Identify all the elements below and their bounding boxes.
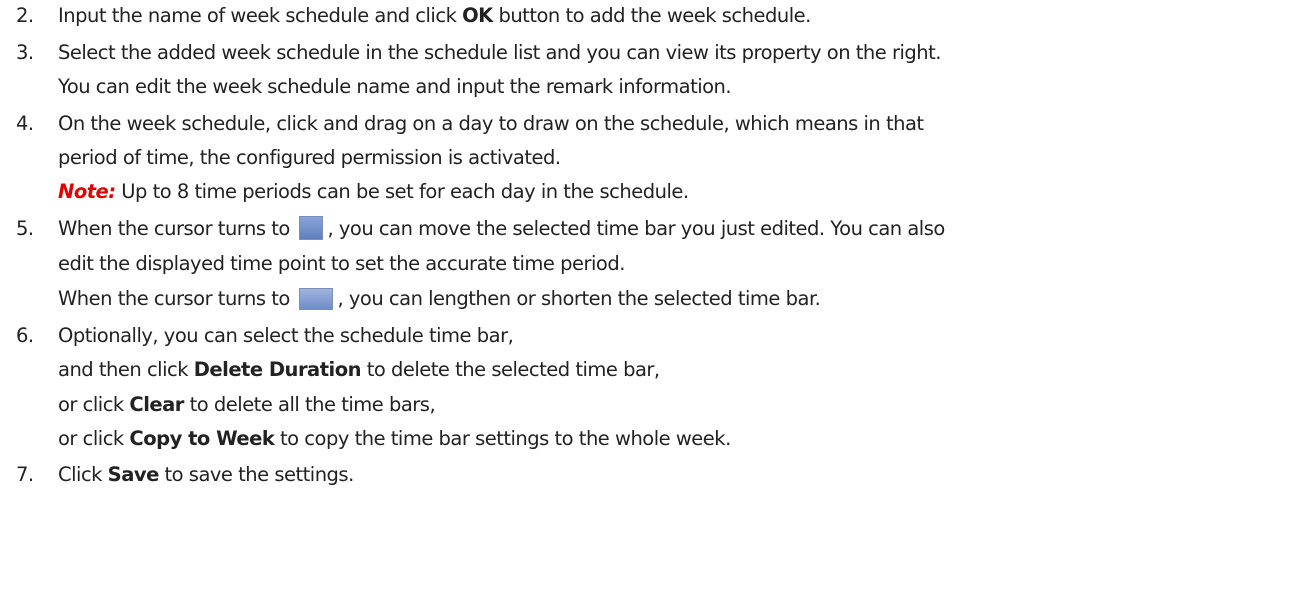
- text-segment: Optionally, you can select the schedule …: [58, 324, 514, 347]
- step-text: Select the added week schedule in the sc…: [58, 40, 942, 66]
- step-text: Note: Up to 8 time periods can be set fo…: [58, 179, 689, 205]
- text-segment: to copy the time bar settings to the who…: [274, 427, 731, 450]
- text-segment: When the cursor turns to: [58, 287, 296, 310]
- step-text: Click Save to save the settings.: [58, 462, 354, 488]
- step-number: 6.: [16, 324, 34, 347]
- text-segment: or click: [58, 427, 130, 450]
- text-segment: edit the displayed time point to set the…: [58, 252, 625, 275]
- text-segment: to delete all the time bars,: [183, 393, 436, 416]
- text-segment: Click: [58, 463, 108, 486]
- hand-cursor-icon: [299, 216, 324, 240]
- resize-cursor-icon: [299, 288, 334, 310]
- step-text: period of time, the configured permissio…: [58, 145, 561, 171]
- step-text: and then click Delete Duration to delete…: [58, 357, 660, 383]
- step-text: edit the displayed time point to set the…: [58, 251, 625, 277]
- text-segment: period of time, the configured permissio…: [58, 146, 561, 169]
- step-text: or click Copy to Week to copy the time b…: [58, 426, 731, 452]
- text-segment: and then click: [58, 358, 194, 381]
- step-text: When the cursor turns to , you can lengt…: [58, 286, 821, 312]
- text-segment: You can edit the week schedule name and …: [58, 75, 732, 98]
- step-number: 5.: [16, 217, 34, 240]
- step-text: Input the name of week schedule and clic…: [58, 3, 811, 29]
- step-text: On the week schedule, click and drag on …: [58, 111, 924, 137]
- step-text: You can edit the week schedule name and …: [58, 74, 732, 100]
- text-segment: to save the settings.: [158, 463, 355, 486]
- bold-term: OK: [462, 4, 493, 27]
- step-text: or click Clear to delete all the time ba…: [58, 392, 436, 418]
- step-number: 2.: [16, 4, 34, 27]
- bold-term: Copy to Week: [129, 427, 275, 450]
- bold-term: Clear: [129, 393, 184, 416]
- text-segment: to delete the selected time bar,: [361, 358, 660, 381]
- text-segment: button to add the week schedule.: [492, 4, 811, 27]
- text-segment: Select the added week schedule in the sc…: [58, 41, 942, 64]
- step-text: When the cursor turns to , you can move …: [58, 216, 945, 242]
- text-segment: or click: [58, 393, 130, 416]
- text-segment: , you can move the selected time bar you…: [327, 217, 945, 240]
- text-segment: On the week schedule, click and drag on …: [58, 112, 924, 135]
- bold-term: Delete Duration: [193, 358, 362, 381]
- step-number: 7.: [16, 463, 34, 486]
- note-label: Note:: [58, 180, 116, 203]
- bold-term: Save: [107, 463, 160, 486]
- step-number: 4.: [16, 112, 34, 135]
- text-segment: Input the name of week schedule and clic…: [58, 4, 463, 27]
- text-segment: When the cursor turns to: [58, 217, 296, 240]
- step-number: 3.: [16, 41, 34, 64]
- text-segment: Up to 8 time periods can be set for each…: [115, 180, 689, 203]
- text-segment: , you can lengthen or shorten the select…: [337, 287, 821, 310]
- step-text: Optionally, you can select the schedule …: [58, 323, 514, 349]
- instruction-document: 2. Input the name of week schedule and cl…: [0, 0, 1299, 601]
